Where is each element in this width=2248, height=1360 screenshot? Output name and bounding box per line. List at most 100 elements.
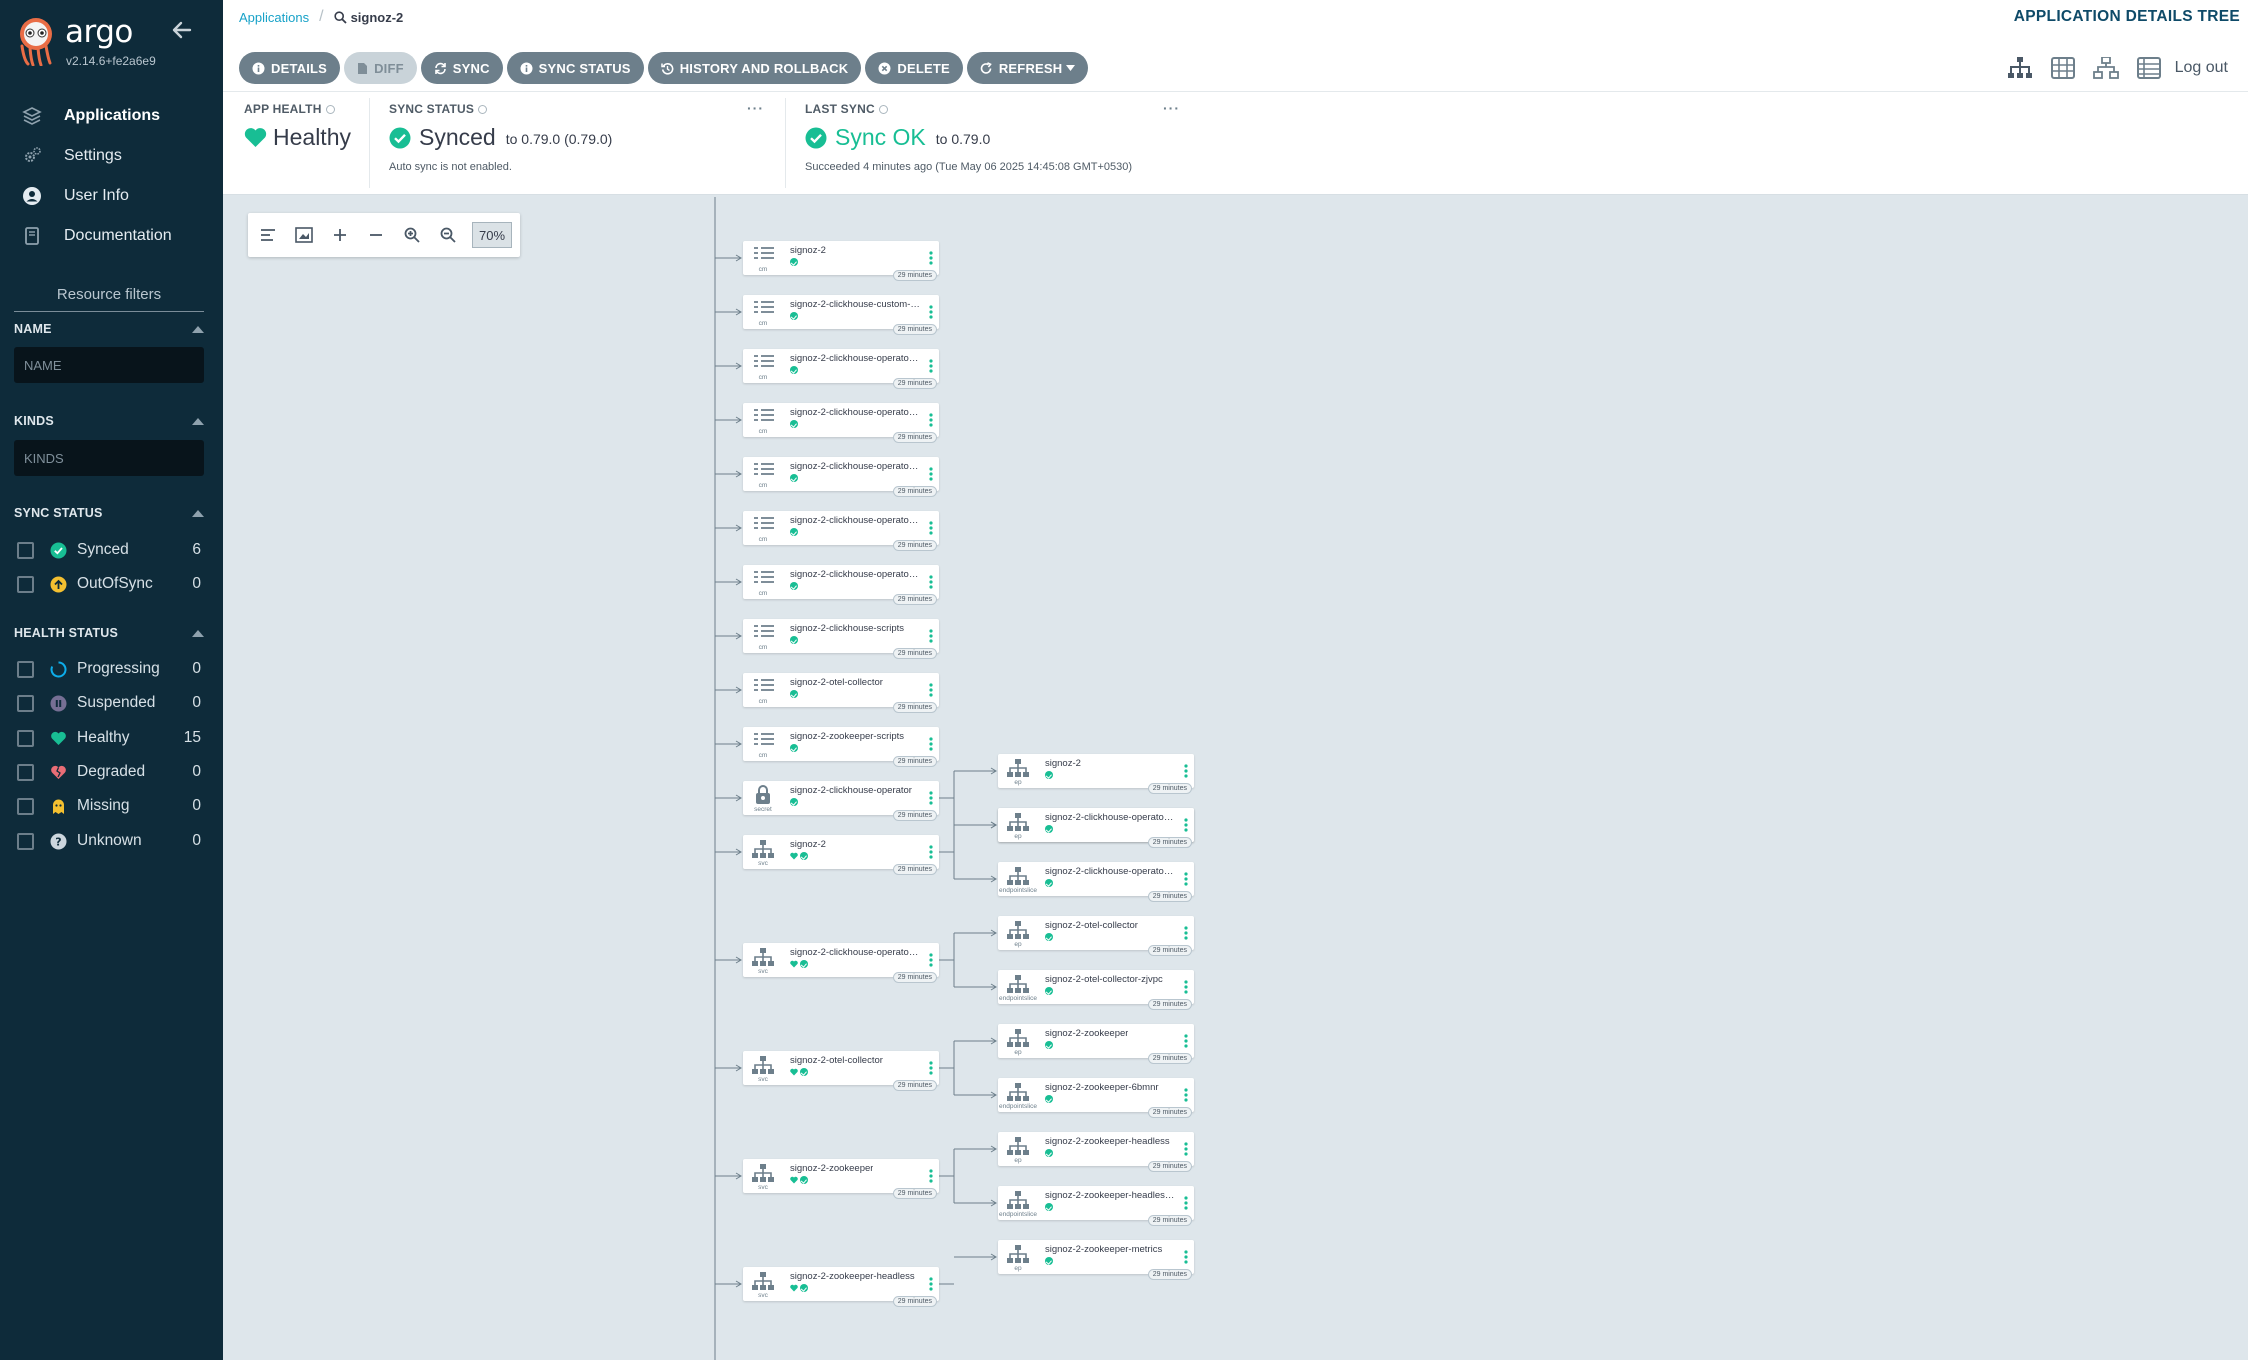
resource-node-secret[interactable]: secret signoz-2-clickhouse-operator 29 min… (743, 781, 939, 821)
node-menu-icon[interactable] (1184, 926, 1188, 940)
name-filter-heading[interactable]: NAME (14, 322, 204, 336)
node-menu-icon[interactable] (929, 1169, 933, 1183)
kinds-filter-heading[interactable]: KINDS (14, 414, 204, 428)
suspended-checkbox[interactable] (17, 694, 34, 712)
sync-status-filter-heading[interactable]: SYNC STATUS (14, 506, 204, 520)
help-icon[interactable] (878, 104, 888, 114)
kinds-filter-input[interactable] (14, 440, 204, 476)
nav-item-user-info[interactable]: User Info (0, 176, 223, 216)
resource-node-endpointslice[interactable]: endpointslice signoz-2-otel-collector-zjv… (998, 970, 1194, 1010)
synced-checkbox[interactable] (17, 541, 34, 559)
collapse-sidebar-arrow-icon[interactable] (170, 18, 194, 42)
resource-node-ep[interactable]: ep signoz-2-zookeeper-headless 29 minutes (998, 1132, 1194, 1172)
resource-node-endpointslice[interactable]: endpointslice signoz-2-clickhouse-operato… (998, 862, 1194, 902)
fit-screen-icon[interactable] (292, 223, 316, 247)
progressing-checkbox[interactable] (17, 660, 34, 678)
resource-node-cm[interactable]: cm signoz-2-clickhouse-operator-... 29 min… (743, 457, 939, 497)
resource-node-cm[interactable]: cm signoz-2-clickhouse-scripts 29 minutes (743, 619, 939, 659)
resource-tree-canvas[interactable]: cm signoz-2 29 minutes cm signoz-2-clickhous… (223, 197, 2248, 1360)
node-menu-icon[interactable] (1184, 818, 1188, 832)
node-menu-icon[interactable] (929, 737, 933, 751)
resource-node-cm[interactable]: cm signoz-2-clickhouse-operator-... 29 min… (743, 511, 939, 551)
name-filter-input[interactable] (14, 347, 204, 383)
node-menu-icon[interactable] (1184, 1196, 1188, 1210)
sync-status-button[interactable]: SYNC STATUS (506, 52, 644, 84)
node-menu-icon[interactable] (929, 575, 933, 589)
tree-view-icon[interactable] (2006, 54, 2034, 82)
resource-node-svc[interactable]: svc signoz-2-zookeeper 29 minutes (743, 1159, 939, 1199)
health-status-filter-heading[interactable]: HEALTH STATUS (14, 626, 204, 640)
degraded-checkbox[interactable] (17, 763, 34, 781)
refresh-button[interactable]: REFRESH (966, 52, 1089, 84)
node-menu-icon[interactable] (1184, 764, 1188, 778)
resource-node-cm[interactable]: cm signoz-2 29 minutes (743, 241, 939, 281)
nav-item-applications[interactable]: Applications (0, 96, 223, 136)
unknown-checkbox[interactable] (17, 832, 34, 850)
node-menu-icon[interactable] (929, 629, 933, 643)
logout-link[interactable]: Log out (2175, 59, 2228, 77)
node-menu-icon[interactable] (929, 845, 933, 859)
pods-view-icon[interactable] (2049, 54, 2077, 82)
resource-node-cm[interactable]: cm signoz-2-otel-collector 29 minutes (743, 673, 939, 713)
node-menu-icon[interactable] (1184, 1250, 1188, 1264)
resource-node-ep[interactable]: ep signoz-2-zookeeper 29 minutes (998, 1024, 1194, 1064)
zoom-in-icon[interactable] (400, 223, 424, 247)
resource-node-svc[interactable]: svc signoz-2-otel-collector 29 minutes (743, 1051, 939, 1091)
node-menu-icon[interactable] (929, 467, 933, 481)
breadcrumb-current[interactable]: signoz-2 (333, 10, 403, 25)
node-menu-icon[interactable] (929, 791, 933, 805)
zoom-out-icon[interactable] (436, 223, 460, 247)
outofsync-checkbox[interactable] (17, 575, 34, 593)
node-menu-icon[interactable] (929, 305, 933, 319)
resource-node-endpointslice[interactable]: endpointslice signoz-2-zookeeper-headless… (998, 1186, 1194, 1226)
resource-node-svc[interactable]: svc signoz-2-zookeeper-headless 29 minutes (743, 1267, 939, 1307)
resource-node-cm[interactable]: cm signoz-2-clickhouse-operator-... 29 min… (743, 565, 939, 605)
network-view-icon[interactable] (2092, 54, 2120, 82)
history-and-rollback-button[interactable]: HISTORY AND ROLLBACK (647, 52, 862, 84)
resource-node-svc[interactable]: svc signoz-2 29 minutes (743, 835, 939, 875)
expand-icon[interactable] (328, 223, 352, 247)
delete-button[interactable]: DELETE (865, 52, 963, 84)
resource-node-endpointslice[interactable]: endpointslice signoz-2-zookeeper-6bmnr 29 … (998, 1078, 1194, 1118)
resource-node-ep[interactable]: ep signoz-2-zookeeper-metrics 29 minutes (998, 1240, 1194, 1280)
resource-node-cm[interactable]: cm signoz-2-clickhouse-operator-... 29 min… (743, 349, 939, 389)
resource-node-ep[interactable]: ep signoz-2 29 minutes (998, 754, 1194, 794)
node-menu-icon[interactable] (1184, 1142, 1188, 1156)
resource-node-cm[interactable]: cm signoz-2-clickhouse-custom-f... 29 minu… (743, 295, 939, 335)
node-menu-icon[interactable] (929, 1277, 933, 1291)
list-view-icon[interactable] (2135, 54, 2163, 82)
node-menu-icon[interactable] (929, 683, 933, 697)
missing-checkbox[interactable] (17, 797, 34, 815)
resource-node-cm[interactable]: cm signoz-2-zookeeper-scripts 29 minutes (743, 727, 939, 767)
last-sync-more-icon[interactable]: ··· (1163, 100, 1180, 116)
help-icon[interactable] (478, 104, 488, 114)
node-menu-icon[interactable] (929, 251, 933, 265)
healthy-checkbox[interactable] (17, 729, 34, 747)
resource-kind: ep (1014, 1049, 1022, 1056)
resource-kind: svc (758, 1292, 768, 1299)
diff-button[interactable]: DIFF (344, 52, 417, 84)
align-left-icon[interactable] (256, 223, 280, 247)
sync-status-more-icon[interactable]: ··· (747, 100, 764, 116)
node-menu-icon[interactable] (1184, 1088, 1188, 1102)
node-menu-icon[interactable] (1184, 1034, 1188, 1048)
resource-node-cm[interactable]: cm signoz-2-clickhouse-operator-... 29 min… (743, 403, 939, 443)
resource-node-ep[interactable]: ep signoz-2-otel-collector 29 minutes (998, 916, 1194, 956)
node-menu-icon[interactable] (929, 359, 933, 373)
breadcrumb-applications-link[interactable]: Applications (239, 10, 309, 25)
resource-node-ep[interactable]: ep signoz-2-clickhouse-operator-... 29 min… (998, 808, 1194, 848)
nav-item-documentation[interactable]: Documentation (0, 216, 223, 256)
details-button[interactable]: DETAILS (239, 52, 341, 84)
node-menu-icon[interactable] (929, 521, 933, 535)
help-icon[interactable] (325, 104, 335, 114)
node-menu-icon[interactable] (1184, 980, 1188, 994)
resource-kind: ep (1014, 941, 1022, 948)
resource-node-svc[interactable]: svc signoz-2-clickhouse-operator-... 29 mi… (743, 943, 939, 983)
node-menu-icon[interactable] (1184, 872, 1188, 886)
collapse-icon[interactable] (364, 223, 388, 247)
node-menu-icon[interactable] (929, 1061, 933, 1075)
node-menu-icon[interactable] (929, 413, 933, 427)
node-menu-icon[interactable] (929, 953, 933, 967)
nav-item-settings[interactable]: Settings (0, 136, 223, 176)
sync-button[interactable]: SYNC (420, 52, 503, 84)
